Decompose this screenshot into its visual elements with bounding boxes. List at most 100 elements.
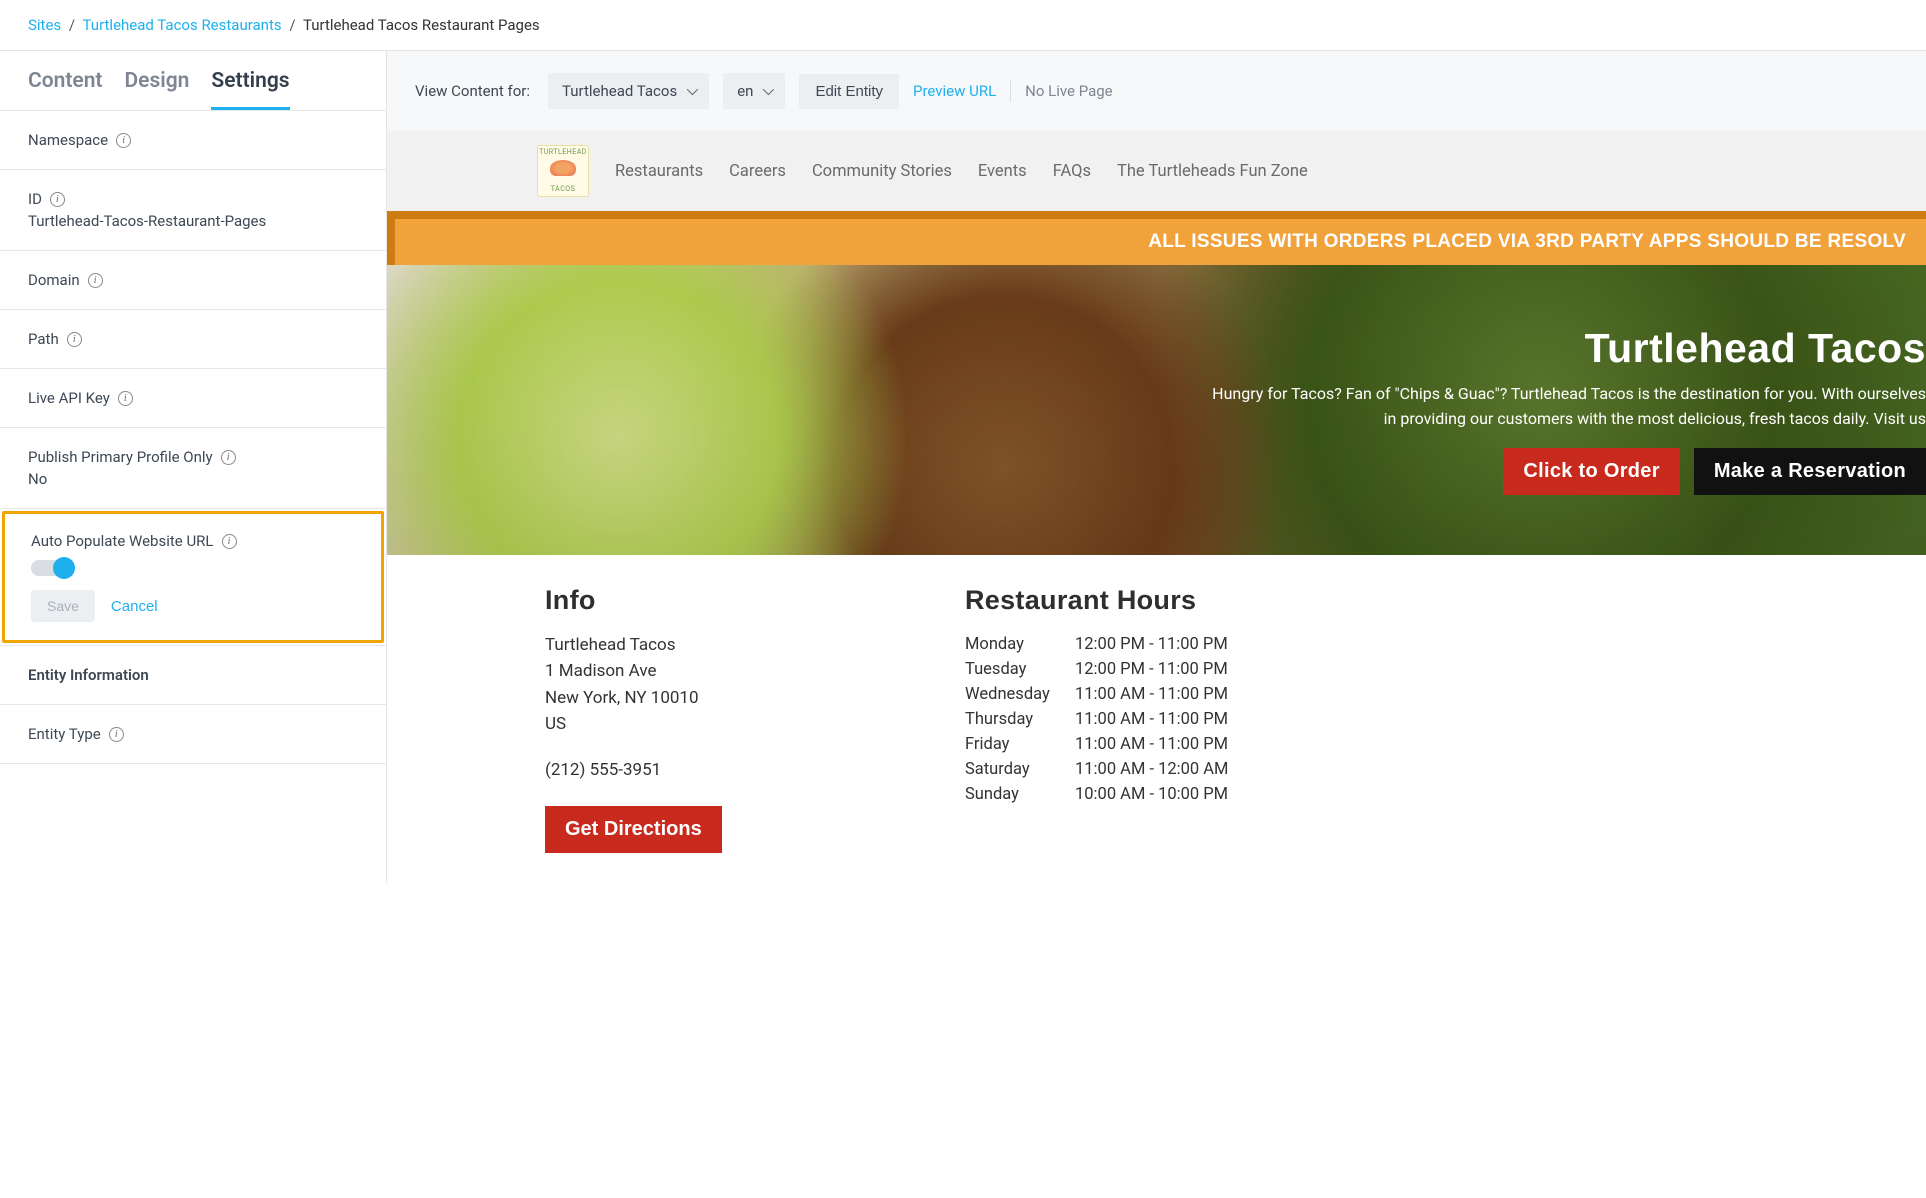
setting-live-api-key[interactable]: Live API Key i [0,369,386,428]
hero-subtitle: Hungry for Tacos? Fan of "Chips & Guac"?… [1206,382,1926,432]
cancel-button[interactable]: Cancel [111,598,158,615]
setting-path[interactable]: Pathi [0,310,386,369]
hours-column: Restaurant Hours Monday12:00 PM - 11:00 … [965,585,1228,853]
info-addr1: 1 Madison Ave [545,658,905,684]
hero-buttons: Click to Order Make a Reservation [1503,448,1926,495]
entity-information-label: Entity Information [28,666,149,684]
chevron-down-icon [687,84,698,95]
hours-day: Friday [965,735,1075,754]
info-icon[interactable]: i [88,273,103,288]
path-label: Path [28,330,59,348]
no-live-page-text: No Live Page [1025,82,1112,100]
entity-dropdown-value: Turtlehead Tacos [562,82,677,100]
nav-community-stories[interactable]: Community Stories [812,162,952,181]
left-settings-panel: Content Design Settings Namespace i ID i T… [0,51,387,883]
info-addr2: New York, NY 10010 [545,685,905,711]
breadcrumb-sep: / [69,16,75,34]
hours-row: Thursday11:00 AM - 11:00 PM [965,707,1228,732]
view-content-label: View Content for: [415,82,530,100]
click-to-order-button[interactable]: Click to Order [1503,448,1679,495]
namespace-label: Namespace [28,131,108,149]
info-name: Turtlehead Tacos [545,632,905,658]
hours-row: Monday12:00 PM - 11:00 PM [965,632,1228,657]
nav-events[interactable]: Events [978,162,1027,181]
setting-namespace[interactable]: Namespace i [0,110,386,170]
hours-day: Thursday [965,710,1075,729]
setting-entity-type[interactable]: Entity Type i [0,705,386,764]
edit-entity-button[interactable]: Edit Entity [799,74,899,109]
hours-time: 11:00 AM - 11:00 PM [1075,735,1228,754]
hero-title: Turtlehead Tacos [1585,325,1926,372]
info-heading: Info [545,585,905,616]
breadcrumb-parent[interactable]: Turtlehead Tacos Restaurants [83,16,282,34]
panel-tabs: Content Design Settings [0,51,386,110]
info-country: US [545,711,905,737]
save-button: Save [31,590,95,622]
hours-time: 11:00 AM - 11:00 PM [1075,710,1228,729]
hours-day: Monday [965,635,1075,654]
setting-domain[interactable]: Domaini [0,251,386,310]
site-nav: TURTLEHEAD TACOS Restaurants Careers Com… [387,131,1926,211]
content-columns: Info Turtlehead Tacos 1 Madison Ave New … [387,555,1926,883]
breadcrumb: Sites / Turtlehead Tacos Restaurants / T… [0,0,1926,50]
info-icon[interactable]: i [50,192,65,207]
hours-day: Tuesday [965,660,1075,679]
hours-row: Sunday10:00 AM - 10:00 PM [965,782,1228,807]
hours-row: Saturday11:00 AM - 12:00 AM [965,757,1228,782]
setting-entity-information[interactable]: Entity Information [0,645,386,705]
get-directions-button[interactable]: Get Directions [545,806,722,853]
hero-section: Turtlehead Tacos Hungry for Tacos? Fan o… [387,265,1926,555]
info-icon[interactable]: i [67,332,82,347]
info-icon[interactable]: i [221,450,236,465]
info-icon[interactable]: i [116,133,131,148]
hours-time: 12:00 PM - 11:00 PM [1075,635,1228,654]
make-reservation-button[interactable]: Make a Reservation [1694,448,1926,495]
auto-populate-label: Auto Populate Website URL [31,532,214,550]
hours-table: Monday12:00 PM - 11:00 PM Tuesday12:00 P… [965,632,1228,807]
tab-content[interactable]: Content [28,69,102,110]
breadcrumb-sep: / [289,16,295,34]
publish-primary-value: No [28,470,358,488]
publish-primary-label: Publish Primary Profile Only [28,448,213,466]
preview-toolbar: View Content for: Turtlehead Tacos en Ed… [387,51,1926,131]
info-column: Info Turtlehead Tacos 1 Madison Ave New … [545,585,905,853]
hours-day: Sunday [965,785,1075,804]
breadcrumb-sites[interactable]: Sites [28,16,61,34]
toggle-knob [53,557,75,579]
hours-day: Saturday [965,760,1075,779]
nav-faqs[interactable]: FAQs [1053,162,1091,181]
hours-time: 11:00 AM - 11:00 PM [1075,685,1228,704]
tab-design[interactable]: Design [124,69,189,110]
locale-dropdown-value: en [737,82,753,100]
hours-row: Friday11:00 AM - 11:00 PM [965,732,1228,757]
info-icon[interactable]: i [118,391,133,406]
setting-publish-primary[interactable]: Publish Primary Profile Only i No [0,428,386,509]
logo-text-top: TURTLEHEAD [539,149,587,156]
chevron-down-icon [763,84,774,95]
id-value: Turtlehead-Tacos-Restaurant-Pages [28,212,358,230]
nav-careers[interactable]: Careers [729,162,786,181]
id-label: ID [28,190,42,208]
hours-time: 11:00 AM - 12:00 AM [1075,760,1228,779]
logo-text-bottom: TACOS [551,186,575,193]
setting-id[interactable]: ID i Turtlehead-Tacos-Restaurant-Pages [0,170,386,251]
entity-dropdown[interactable]: Turtlehead Tacos [548,73,709,109]
hours-day: Wednesday [965,685,1075,704]
preview-url-link[interactable]: Preview URL [913,82,996,100]
setting-auto-populate-url: Auto Populate Website URL i Save Cancel [2,511,384,643]
announcement-banner: ALL ISSUES WITH ORDERS PLACED VIA 3RD PA… [395,219,1926,265]
info-icon[interactable]: i [222,534,237,549]
preview-panel: View Content for: Turtlehead Tacos en Ed… [387,51,1926,883]
auto-populate-toggle[interactable] [31,560,73,576]
entity-type-label: Entity Type [28,725,101,743]
nav-fun-zone[interactable]: The Turtleheads Fun Zone [1117,162,1308,181]
info-phone: (212) 555-3951 [545,757,905,783]
hours-time: 10:00 AM - 10:00 PM [1075,785,1228,804]
nav-restaurants[interactable]: Restaurants [615,162,703,181]
tab-settings[interactable]: Settings [211,69,289,110]
info-icon[interactable]: i [109,727,124,742]
site-logo[interactable]: TURTLEHEAD TACOS [537,145,589,197]
live-api-key-label: Live API Key [28,389,110,407]
hours-row: Tuesday12:00 PM - 11:00 PM [965,657,1228,682]
locale-dropdown[interactable]: en [723,73,785,109]
